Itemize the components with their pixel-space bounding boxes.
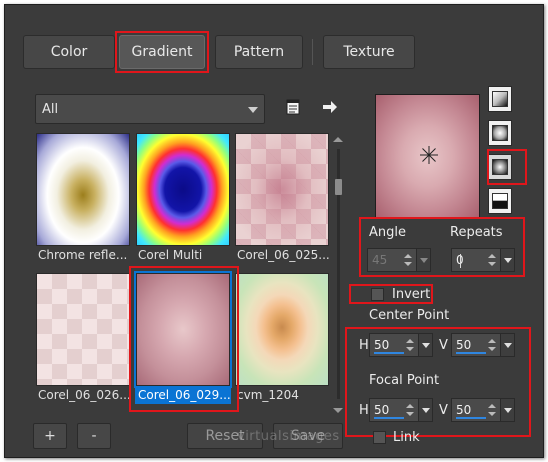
value-bar — [456, 417, 486, 419]
link-label[interactable]: Link — [393, 430, 420, 445]
link-checkbox[interactable] — [373, 431, 386, 444]
invert-label[interactable]: Invert — [392, 287, 430, 302]
text-cursor — [460, 254, 461, 268]
repeats-spinner[interactable]: 0 — [451, 248, 515, 272]
spin-updown-icon[interactable] — [404, 252, 412, 268]
tab-color-label: Color — [50, 44, 88, 60]
remove-label: - — [91, 428, 97, 444]
tab-gradient[interactable]: Gradient — [119, 35, 205, 69]
tab-texture[interactable]: Texture — [323, 35, 415, 69]
scroll-thumb[interactable] — [335, 179, 342, 195]
gradient-preview-image — [134, 271, 232, 388]
value-bar — [456, 352, 486, 354]
radial-style-icon — [492, 193, 508, 209]
tab-color[interactable]: Color — [23, 35, 115, 69]
tab-divider — [312, 39, 313, 65]
spin-updown-icon[interactable] — [488, 337, 496, 353]
gradient-preview-image — [136, 133, 230, 246]
angle-value: 45 — [372, 253, 388, 267]
spin-updown-icon[interactable] — [406, 337, 414, 353]
gradient-thumb[interactable]: Corel_06_026... — [35, 273, 131, 404]
tab-gradient-label: Gradient — [131, 44, 193, 60]
tab-pattern[interactable]: Pattern — [215, 35, 303, 69]
linear-style-button[interactable] — [488, 86, 512, 112]
value-bar — [374, 352, 404, 354]
spin-updown-icon[interactable] — [488, 252, 496, 268]
invert-checkbox[interactable] — [371, 288, 384, 301]
radial-style-button[interactable] — [488, 188, 512, 214]
repeats-label: Repeats — [450, 225, 503, 240]
gradient-preview-image — [36, 133, 130, 246]
linear-style-icon — [492, 91, 508, 107]
spin-updown-icon[interactable] — [488, 402, 496, 418]
gradient-thumb[interactable]: Corel Multi — [135, 133, 231, 264]
center-v-label: V — [439, 338, 448, 353]
gradient-category-value: All — [42, 101, 59, 117]
gradient-list-scrollbar[interactable] — [332, 135, 344, 415]
watermark-text: virtualsimages — [237, 429, 340, 444]
chevron-down-icon[interactable] — [418, 399, 432, 421]
gradient-thumb[interactable]: Corel_06_025... — [234, 133, 330, 264]
asterisk-icon[interactable] — [419, 145, 439, 165]
spin-updown-icon[interactable] — [406, 402, 414, 418]
focal-v-spinner[interactable]: 50 — [451, 398, 515, 422]
value-bar — [374, 417, 404, 419]
center-v-spinner[interactable]: 50 — [451, 333, 515, 357]
gradient-name: Chrome refle... — [38, 248, 128, 262]
angle-label: Angle — [369, 225, 406, 240]
gradient-preview-image — [235, 133, 329, 246]
add-gradient-button[interactable]: + — [33, 423, 67, 449]
center-point-label: Center Point — [369, 308, 450, 323]
right-arrow-icon[interactable] — [321, 98, 339, 116]
sunburst-style-icon — [492, 159, 508, 175]
gradient-thumb[interactable]: cvm_1204 — [234, 273, 330, 404]
chevron-down-icon[interactable] — [418, 334, 432, 356]
focal-point-label: Focal Point — [369, 373, 440, 388]
scroll-down-icon[interactable] — [333, 408, 343, 413]
chevron-down-icon[interactable] — [500, 334, 514, 356]
gradient-name: Corel_06_026... — [38, 388, 131, 402]
sunburst-style-button[interactable] — [488, 154, 512, 180]
scroll-up-icon[interactable] — [333, 137, 343, 142]
gradient-name: cvm_1204 — [237, 388, 299, 402]
chevron-down-icon[interactable] — [416, 249, 430, 271]
gradient-name: Corel_06_025... — [237, 248, 330, 262]
material-properties-dialog: Color Gradient Pattern Texture All Chrom… — [4, 4, 544, 458]
tab-pattern-label: Pattern — [233, 44, 285, 60]
angle-spinner[interactable]: 45 — [367, 248, 431, 272]
focal-h-spinner[interactable]: 50 — [369, 398, 433, 422]
center-h-spinner[interactable]: 50 — [369, 333, 433, 357]
gradient-preview-image — [36, 273, 130, 386]
gradient-name: Corel Multi — [138, 248, 203, 262]
chevron-down-icon[interactable] — [500, 249, 514, 271]
focal-h-label: H — [359, 403, 369, 418]
tab-texture-label: Texture — [343, 44, 395, 60]
gradient-category-select[interactable]: All — [35, 94, 265, 124]
focal-v-label: V — [439, 403, 448, 418]
rectangular-style-button[interactable] — [488, 120, 512, 146]
document-list-icon[interactable] — [284, 98, 302, 116]
chevron-down-icon — [248, 107, 258, 113]
chevron-down-icon[interactable] — [500, 399, 514, 421]
rectangular-style-icon — [492, 125, 508, 141]
add-label: + — [44, 428, 56, 444]
gradient-preview[interactable] — [375, 94, 480, 219]
gradient-thumb-selected[interactable]: Corel_06_029... — [134, 271, 232, 404]
gradient-thumb[interactable]: Chrome refle... — [35, 133, 131, 264]
gradient-preview-image — [235, 273, 329, 386]
remove-gradient-button[interactable]: - — [77, 423, 111, 449]
gradient-name: Corel_06_029... — [135, 386, 231, 404]
center-h-label: H — [359, 338, 369, 353]
